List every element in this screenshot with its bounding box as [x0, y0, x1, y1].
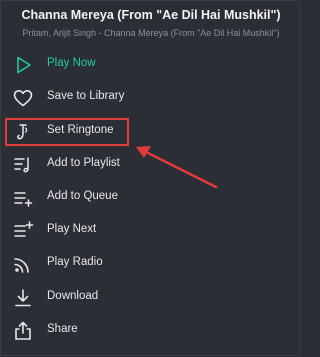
song-options-sheet: Channa Mereya (From "Ae Dil Hai Mushkil"…	[0, 0, 300, 356]
callout-arrow	[136, 146, 218, 189]
